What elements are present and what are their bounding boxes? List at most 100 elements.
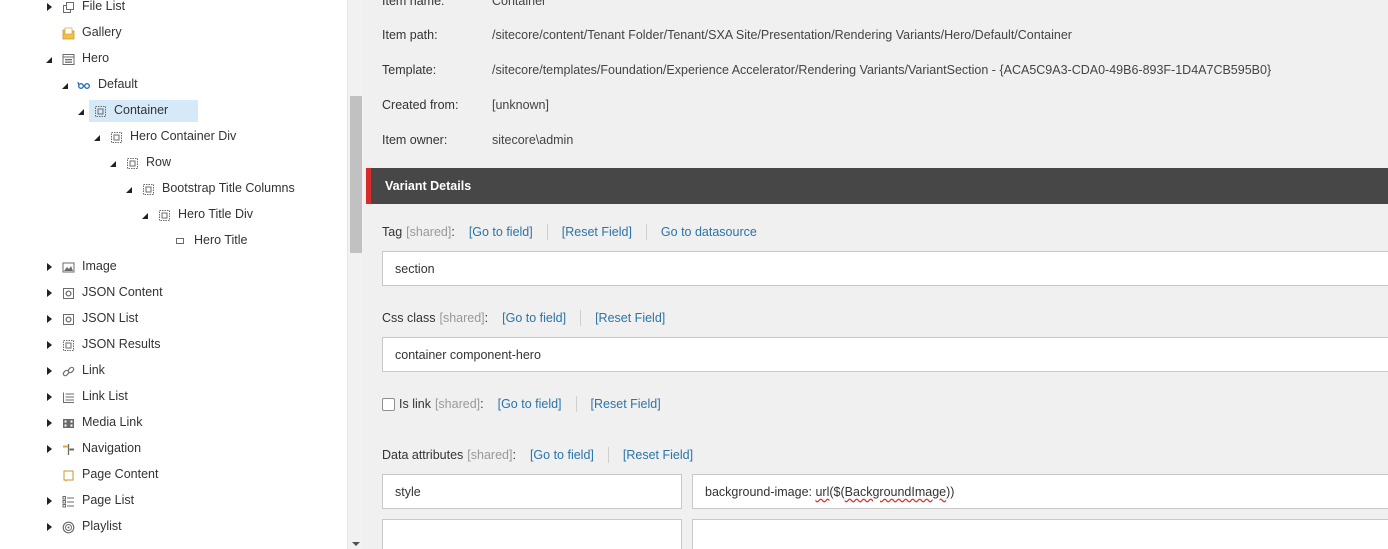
tree-item-hero[interactable]: Hero xyxy=(0,46,347,72)
expand-arrow-icon[interactable] xyxy=(44,496,54,506)
attribute-value-input[interactable]: background-image: url ($(BackgroundImage)… xyxy=(692,474,1388,509)
template-row: Template: /sitecore/templates/Foundation… xyxy=(382,63,1271,77)
tag-input[interactable]: section xyxy=(382,251,1388,286)
playlist-icon xyxy=(61,520,75,534)
collapse-arrow-icon[interactable] xyxy=(108,158,118,168)
tree-item-file-list[interactable]: File List xyxy=(0,0,347,20)
tag-field-label: Tag [shared]: [Go to field] [Reset Field… xyxy=(382,224,757,240)
expand-arrow-icon[interactable] xyxy=(44,262,54,272)
tree-item-label: Container xyxy=(114,103,169,117)
tree-item-container[interactable]: Container xyxy=(0,98,347,124)
section-icon xyxy=(93,104,107,118)
tree-item-label: JSON List xyxy=(82,311,139,325)
data-attributes-shared: [shared] xyxy=(467,448,513,462)
expand-arrow-icon[interactable] xyxy=(44,314,54,324)
tree-item-json-content[interactable]: JSON Content xyxy=(0,280,347,306)
attribute-value-suffix: )) xyxy=(946,484,955,499)
is-link-reset-field-link[interactable]: [Reset Field] xyxy=(591,397,661,411)
tree-item-label: JSON Results xyxy=(82,337,161,351)
tree-item-label: Hero Title Div xyxy=(178,207,254,221)
expand-arrow-icon[interactable] xyxy=(44,392,54,402)
tree-item-media-link[interactable]: Media Link xyxy=(0,410,347,436)
expand-arrow-icon[interactable] xyxy=(44,2,54,12)
attribute-value-input-empty[interactable] xyxy=(692,519,1388,549)
tree-item-label: JSON Content xyxy=(82,285,163,299)
tree-item-link[interactable]: Link xyxy=(0,358,347,384)
css-class-field-label: Css class [shared]: [Go to field] [Reset… xyxy=(382,310,666,326)
scroll-down-arrow-icon[interactable] xyxy=(352,542,360,546)
tree-scrollbar[interactable] xyxy=(347,0,363,549)
item-editor: Item name: Container Item path: /sitecor… xyxy=(363,0,1388,549)
expand-arrow-icon[interactable] xyxy=(44,340,54,350)
file-list-icon xyxy=(61,0,75,14)
css-class-label: Css class xyxy=(382,311,436,325)
tree-item-link-list[interactable]: Link List xyxy=(0,384,347,410)
collapse-arrow-icon[interactable] xyxy=(140,210,150,220)
media-icon xyxy=(61,416,75,430)
tree-item-label: Bootstrap Title Columns xyxy=(162,181,295,195)
expand-arrow-icon[interactable] xyxy=(44,444,54,454)
expand-arrow-icon[interactable] xyxy=(44,418,54,428)
variant-glasses-icon xyxy=(77,78,91,92)
tree-item-default[interactable]: Default xyxy=(0,72,347,98)
tag-go-to-field-link[interactable]: [Go to field] xyxy=(469,225,533,239)
attribute-key-input-empty[interactable] xyxy=(382,519,682,549)
expand-arrow-icon[interactable] xyxy=(44,366,54,376)
collapse-arrow-icon[interactable] xyxy=(92,132,102,142)
css-reset-field-link[interactable]: [Reset Field] xyxy=(595,311,665,325)
item-name-row: Item name: Container xyxy=(382,0,546,8)
tree-item-label: Playlist xyxy=(82,519,122,533)
tree-item-label: Page List xyxy=(82,493,135,507)
tree-item-image[interactable]: Image xyxy=(0,254,347,280)
collapse-arrow-icon[interactable] xyxy=(60,80,70,90)
tag-reset-field-link[interactable]: [Reset Field] xyxy=(562,225,632,239)
item-name-key: Item name: xyxy=(382,0,445,8)
tree-item-gallery[interactable]: Gallery xyxy=(0,20,347,46)
created-from-value: [unknown] xyxy=(492,98,549,112)
data-attr-go-to-field-link[interactable]: [Go to field] xyxy=(530,448,594,462)
tree-item-label: Default xyxy=(98,77,138,91)
is-link-label: Is link xyxy=(399,397,431,411)
json-icon xyxy=(61,286,75,300)
tree-item-label: Link xyxy=(82,363,105,377)
is-link-go-to-field-link[interactable]: [Go to field] xyxy=(498,397,562,411)
scrollbar-thumb[interactable] xyxy=(350,96,362,253)
tree-item-hero-container-div[interactable]: Hero Container Div xyxy=(0,124,347,150)
section-icon xyxy=(125,156,139,170)
go-to-datasource-link[interactable]: Go to datasource xyxy=(661,225,757,239)
tag-shared: [shared] xyxy=(406,225,452,239)
expand-arrow-icon[interactable] xyxy=(44,288,54,298)
collapse-arrow-icon[interactable] xyxy=(44,54,54,64)
list-icon xyxy=(61,390,75,404)
tree-item-label: Hero Title xyxy=(194,233,248,247)
tree-item-playlist[interactable]: Playlist xyxy=(0,514,347,540)
data-attributes-label: Data attributes xyxy=(382,448,464,462)
tree-item-label: Row xyxy=(146,155,172,169)
item-owner-value: sitecore\admin xyxy=(492,133,574,147)
css-class-input[interactable]: container component-hero xyxy=(382,337,1388,372)
css-go-to-field-link[interactable]: [Go to field] xyxy=(502,311,566,325)
attribute-value-mid: ($( xyxy=(829,484,845,499)
tree-item-hero-title[interactable]: Hero Title xyxy=(0,228,347,254)
expand-arrow-icon[interactable] xyxy=(44,522,54,532)
tree-item-json-list[interactable]: JSON List xyxy=(0,306,347,332)
data-attr-reset-field-link[interactable]: [Reset Field] xyxy=(623,448,693,462)
section-icon xyxy=(141,182,155,196)
tree-item-row[interactable]: Row xyxy=(0,150,347,176)
attribute-key-input[interactable]: style xyxy=(382,474,682,509)
tree-item-json-results[interactable]: JSON Results xyxy=(0,332,347,358)
tree-item-label: File List xyxy=(82,0,126,13)
tree-item-navigation[interactable]: Navigation xyxy=(0,436,347,462)
image-icon xyxy=(61,260,75,274)
variant-details-header[interactable]: Variant Details xyxy=(366,168,1388,204)
tree-item-page-content[interactable]: Page Content xyxy=(0,462,347,488)
tree-item-hero-title-div[interactable]: Hero Title Div xyxy=(0,202,347,228)
collapse-arrow-icon[interactable] xyxy=(76,106,86,116)
tree-item-bootstrap-title-columns[interactable]: Bootstrap Title Columns xyxy=(0,176,347,202)
item-path-row: Item path: /sitecore/content/Tenant Fold… xyxy=(382,28,1072,42)
tree-item-label: Image xyxy=(82,259,117,273)
is-link-checkbox[interactable] xyxy=(382,397,395,411)
created-from-row: Created from: [unknown] xyxy=(382,98,549,112)
collapse-arrow-icon[interactable] xyxy=(124,184,134,194)
tree-item-page-list[interactable]: Page List xyxy=(0,488,347,514)
